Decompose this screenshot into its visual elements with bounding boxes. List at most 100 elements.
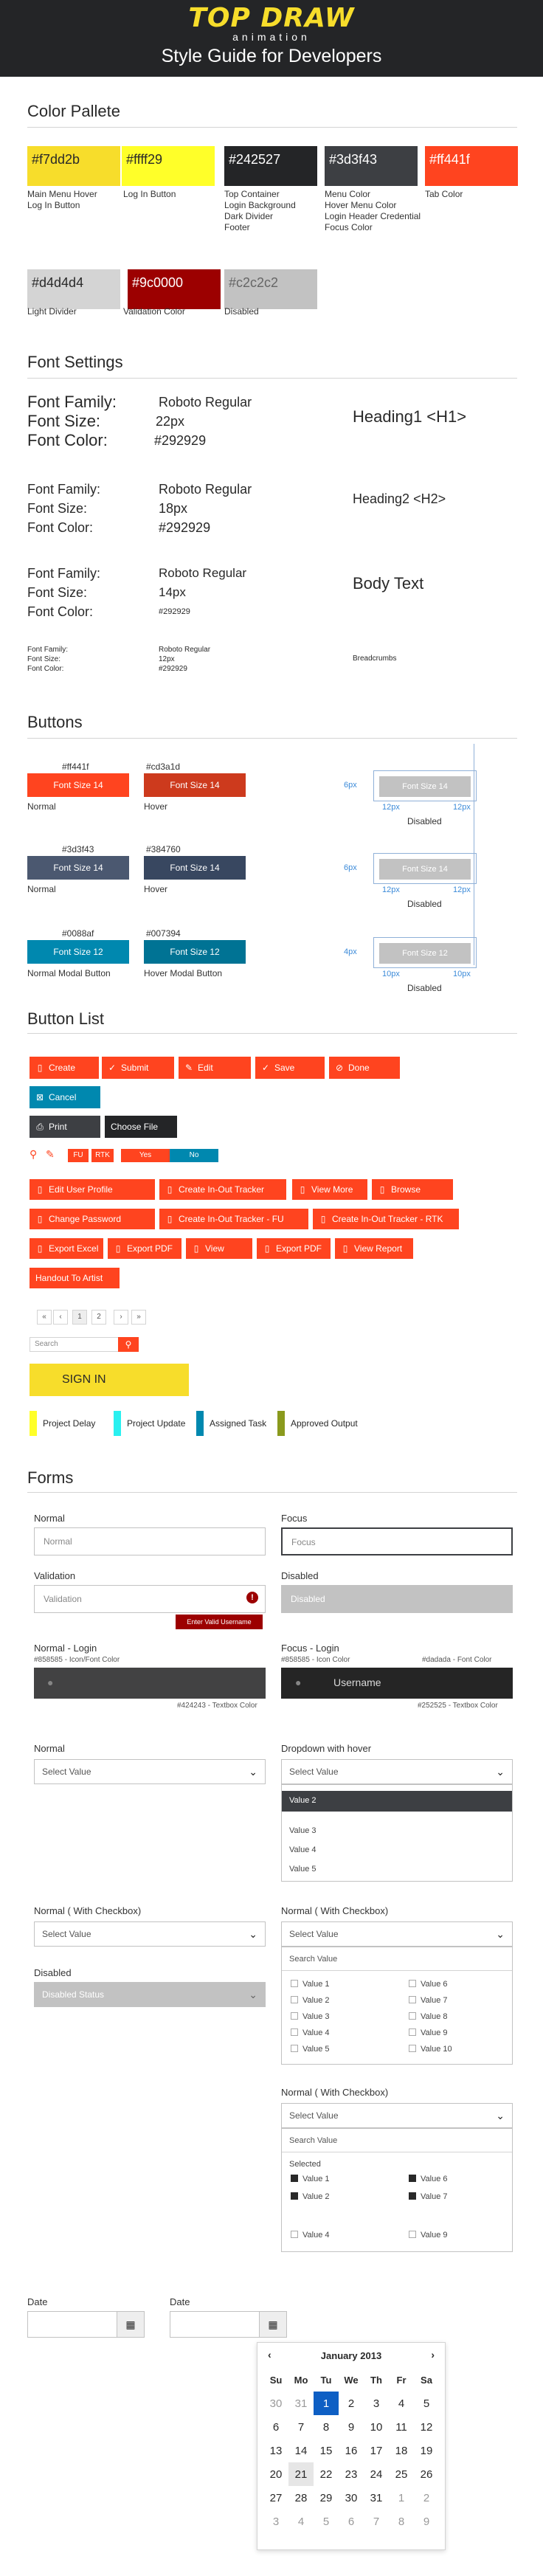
checkbox-option[interactable]: Value 7 bbox=[409, 2192, 448, 2201]
action-button[interactable]: ▯ Export PDF bbox=[108, 1238, 181, 1259]
calendar-day[interactable]: 4 bbox=[389, 2392, 414, 2415]
search-value-input[interactable]: Search Value bbox=[282, 2129, 512, 2152]
action-button[interactable]: ▯ Export Excel bbox=[30, 1238, 103, 1259]
edit-button[interactable]: ✎ Edit bbox=[179, 1057, 251, 1079]
search-icon[interactable]: ⚲ bbox=[118, 1337, 139, 1352]
checkbox-option[interactable]: Value 4 bbox=[291, 2028, 330, 2037]
calendar-day[interactable]: 26 bbox=[414, 2462, 439, 2486]
calendar-day[interactable]: 18 bbox=[389, 2439, 414, 2462]
normal-button[interactable]: Font Size 12 bbox=[27, 940, 129, 964]
login-normal-input[interactable] bbox=[34, 1668, 266, 1699]
rtk-badge[interactable]: RTK bbox=[91, 1149, 114, 1162]
normal-button[interactable]: Font Size 14 bbox=[27, 856, 129, 880]
pagination-item[interactable]: ‹ bbox=[53, 1310, 68, 1325]
calendar-day[interactable]: 8 bbox=[389, 2510, 414, 2533]
calendar-day[interactable]: 25 bbox=[389, 2462, 414, 2486]
calendar-day[interactable]: 23 bbox=[339, 2462, 364, 2486]
fu-badge[interactable]: FU bbox=[68, 1149, 89, 1162]
next-month-icon[interactable]: › bbox=[431, 2349, 435, 2361]
checkbox[interactable] bbox=[409, 2028, 416, 2036]
calendar-day[interactable]: 20 bbox=[263, 2462, 288, 2486]
calendar-day[interactable]: 13 bbox=[263, 2439, 288, 2462]
checkbox-option[interactable]: Value 4 bbox=[291, 2231, 330, 2240]
action-button[interactable]: ▯ Create In-Out Tracker - FU bbox=[159, 1209, 308, 1229]
checkbox-option[interactable]: Value 7 bbox=[409, 1996, 448, 2005]
calendar-day[interactable]: 27 bbox=[263, 2486, 288, 2510]
calendar-day[interactable]: 8 bbox=[314, 2415, 339, 2439]
calendar-day[interactable]: 29 bbox=[314, 2486, 339, 2510]
checkbox-option[interactable]: Value 8 bbox=[409, 2012, 448, 2021]
action-button[interactable]: ▯ Edit User Profile bbox=[30, 1179, 155, 1200]
action-button[interactable]: ▯ Change Password bbox=[30, 1209, 155, 1229]
calendar-day[interactable]: 31 bbox=[364, 2486, 389, 2510]
checkbox[interactable] bbox=[409, 1980, 416, 1987]
checkbox-option[interactable]: Value 2 bbox=[291, 2192, 330, 2201]
normal-button[interactable]: Font Size 14 bbox=[27, 773, 129, 797]
hover-button[interactable]: Font Size 14 bbox=[144, 856, 246, 880]
pagination-item[interactable]: 2 bbox=[91, 1310, 106, 1325]
checkbox-checked[interactable] bbox=[291, 2192, 298, 2200]
calendar-day[interactable]: 1 bbox=[389, 2486, 414, 2510]
no-button[interactable]: No bbox=[170, 1149, 218, 1162]
zoom-icon[interactable]: ⚲ bbox=[30, 1148, 37, 1161]
calendar-icon[interactable]: ▦ bbox=[117, 2311, 145, 2338]
calendar-day[interactable]: 5 bbox=[314, 2510, 339, 2533]
calendar-day[interactable]: 22 bbox=[314, 2462, 339, 2486]
calendar-day[interactable]: 7 bbox=[288, 2415, 314, 2439]
edit-icon[interactable]: ✎ bbox=[46, 1148, 55, 1161]
checkbox-option[interactable]: Value 3 bbox=[291, 2012, 330, 2021]
select-normal[interactable]: Select Value ⌄ bbox=[34, 1759, 266, 1784]
calendar-day[interactable]: 21 bbox=[288, 2462, 314, 2486]
calendar-day[interactable]: 12 bbox=[414, 2415, 439, 2439]
checkbox-option[interactable]: Value 9 bbox=[409, 2231, 448, 2240]
calendar-day[interactable]: 10 bbox=[364, 2415, 389, 2439]
calendar-day[interactable]: 6 bbox=[339, 2510, 364, 2533]
dropdown-option[interactable]: Value 5 bbox=[289, 1865, 317, 1874]
calendar-day[interactable]: 4 bbox=[288, 2510, 314, 2533]
calendar-day[interactable]: 2 bbox=[339, 2392, 364, 2415]
calendar-day[interactable]: 2 bbox=[414, 2486, 439, 2510]
dropdown-option[interactable]: Value 3 bbox=[289, 1826, 317, 1835]
action-button[interactable]: ▯ Create In-Out Tracker - RTK bbox=[313, 1209, 459, 1229]
action-button[interactable]: ▯ Browse bbox=[372, 1179, 453, 1200]
pagination-item[interactable]: » bbox=[131, 1310, 146, 1325]
calendar-day[interactable]: 15 bbox=[314, 2439, 339, 2462]
checkbox[interactable] bbox=[291, 2045, 298, 2052]
checkbox-option[interactable]: Value 5 bbox=[291, 2045, 330, 2054]
calendar-day[interactable]: 19 bbox=[414, 2439, 439, 2462]
checkbox-option[interactable]: Value 10 bbox=[409, 2045, 452, 2054]
checkbox-option[interactable]: Value 2 bbox=[291, 1996, 330, 2005]
dropdown-option[interactable]: Value 4 bbox=[289, 1845, 317, 1854]
print-button[interactable]: ⎙ Print bbox=[30, 1116, 100, 1138]
checkbox[interactable] bbox=[291, 2028, 298, 2036]
checkbox-checked[interactable] bbox=[409, 2192, 416, 2200]
hover-button[interactable]: Font Size 12 bbox=[144, 940, 246, 964]
search-value-input[interactable]: Search Value bbox=[282, 1947, 512, 1971]
action-button[interactable]: ▯ View Report bbox=[186, 1238, 252, 1274]
normal-input[interactable]: Normal bbox=[34, 1527, 266, 1555]
checkbox-option[interactable]: Value 1 bbox=[291, 1980, 330, 1989]
action-button[interactable]: ▯ View Report bbox=[335, 1238, 413, 1259]
checkbox[interactable] bbox=[291, 1996, 298, 2003]
handout-to-artist-button[interactable]: Handout To Artist bbox=[30, 1268, 120, 1288]
login-focus-input[interactable] bbox=[281, 1668, 513, 1699]
calendar-icon[interactable]: ▦ bbox=[259, 2311, 287, 2338]
submit-button[interactable]: ✓ Submit bbox=[102, 1057, 174, 1079]
calendar-day[interactable]: 9 bbox=[414, 2510, 439, 2533]
choose-file-button[interactable]: Choose File bbox=[105, 1116, 177, 1138]
calendar-day[interactable]: 28 bbox=[288, 2486, 314, 2510]
pagination-item[interactable]: « bbox=[37, 1310, 52, 1325]
pagination-item[interactable]: › bbox=[114, 1310, 128, 1325]
sign-in-button[interactable]: SIGN IN bbox=[30, 1364, 189, 1396]
calendar-day[interactable]: 31 bbox=[288, 2392, 314, 2415]
pagination-item[interactable]: 1 bbox=[72, 1310, 87, 1325]
calendar-day[interactable]: 16 bbox=[339, 2439, 364, 2462]
checkbox-option[interactable]: Value 6 bbox=[409, 2175, 448, 2183]
calendar-day[interactable]: 30 bbox=[263, 2392, 288, 2415]
checkbox-option[interactable]: Value 6 bbox=[409, 1980, 448, 1989]
checkbox[interactable] bbox=[409, 2231, 416, 2238]
checkbox[interactable] bbox=[409, 2045, 416, 2052]
select-checkbox[interactable]: Select Value ⌄ bbox=[34, 1921, 266, 1947]
calendar-day[interactable]: 6 bbox=[263, 2415, 288, 2439]
done-button[interactable]: ⊘ Done bbox=[329, 1057, 400, 1079]
